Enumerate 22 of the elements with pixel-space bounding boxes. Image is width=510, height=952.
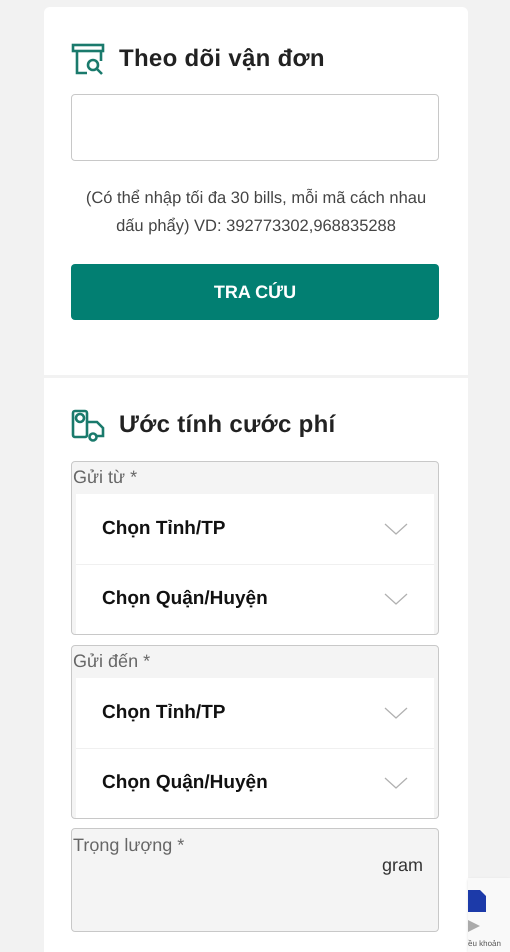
dropdown-select[interactable]: Chọn Tỉnh/TP: [76, 494, 434, 564]
field-label: Trọng lượng *: [73, 834, 184, 857]
dropdown-select[interactable]: Chọn Tỉnh/TP: [76, 678, 434, 748]
terms-link[interactable]: ều khoản: [468, 938, 501, 950]
chevron-down-icon: [384, 593, 408, 606]
recaptcha-badge[interactable]: ều khoản: [468, 878, 510, 952]
tracking-input-field[interactable]: [71, 94, 439, 161]
chevron-down-icon: [384, 706, 408, 720]
dropdown-select[interactable]: Chọn Quận/Huyện: [76, 748, 434, 818]
hint-text: (Có thể nhập tối đa 30 bills, mỗi mã cách nhau dấu phẩy) VD: 392773302,968835288: [84, 188, 428, 237]
group-label: Gửi đến *: [72, 650, 152, 673]
truck-clock-icon: [71, 408, 105, 442]
unit-text: gram: [382, 854, 423, 877]
section-title: Ước tính cước phí: [119, 410, 336, 440]
lookup-button[interactable]: TRA CỨU: [71, 264, 439, 320]
section-title: Theo dõi vận đơn: [119, 44, 325, 74]
search-document-icon: [71, 43, 105, 75]
weight-field[interactable]: Trọng lượng * gram: [71, 828, 439, 932]
chevron-down-icon: [384, 777, 408, 790]
chevron-down-icon: [384, 522, 408, 536]
group-label: Gửi từ *: [72, 466, 138, 489]
dropdown-select[interactable]: Chọn Quận/Huyện: [76, 564, 434, 634]
